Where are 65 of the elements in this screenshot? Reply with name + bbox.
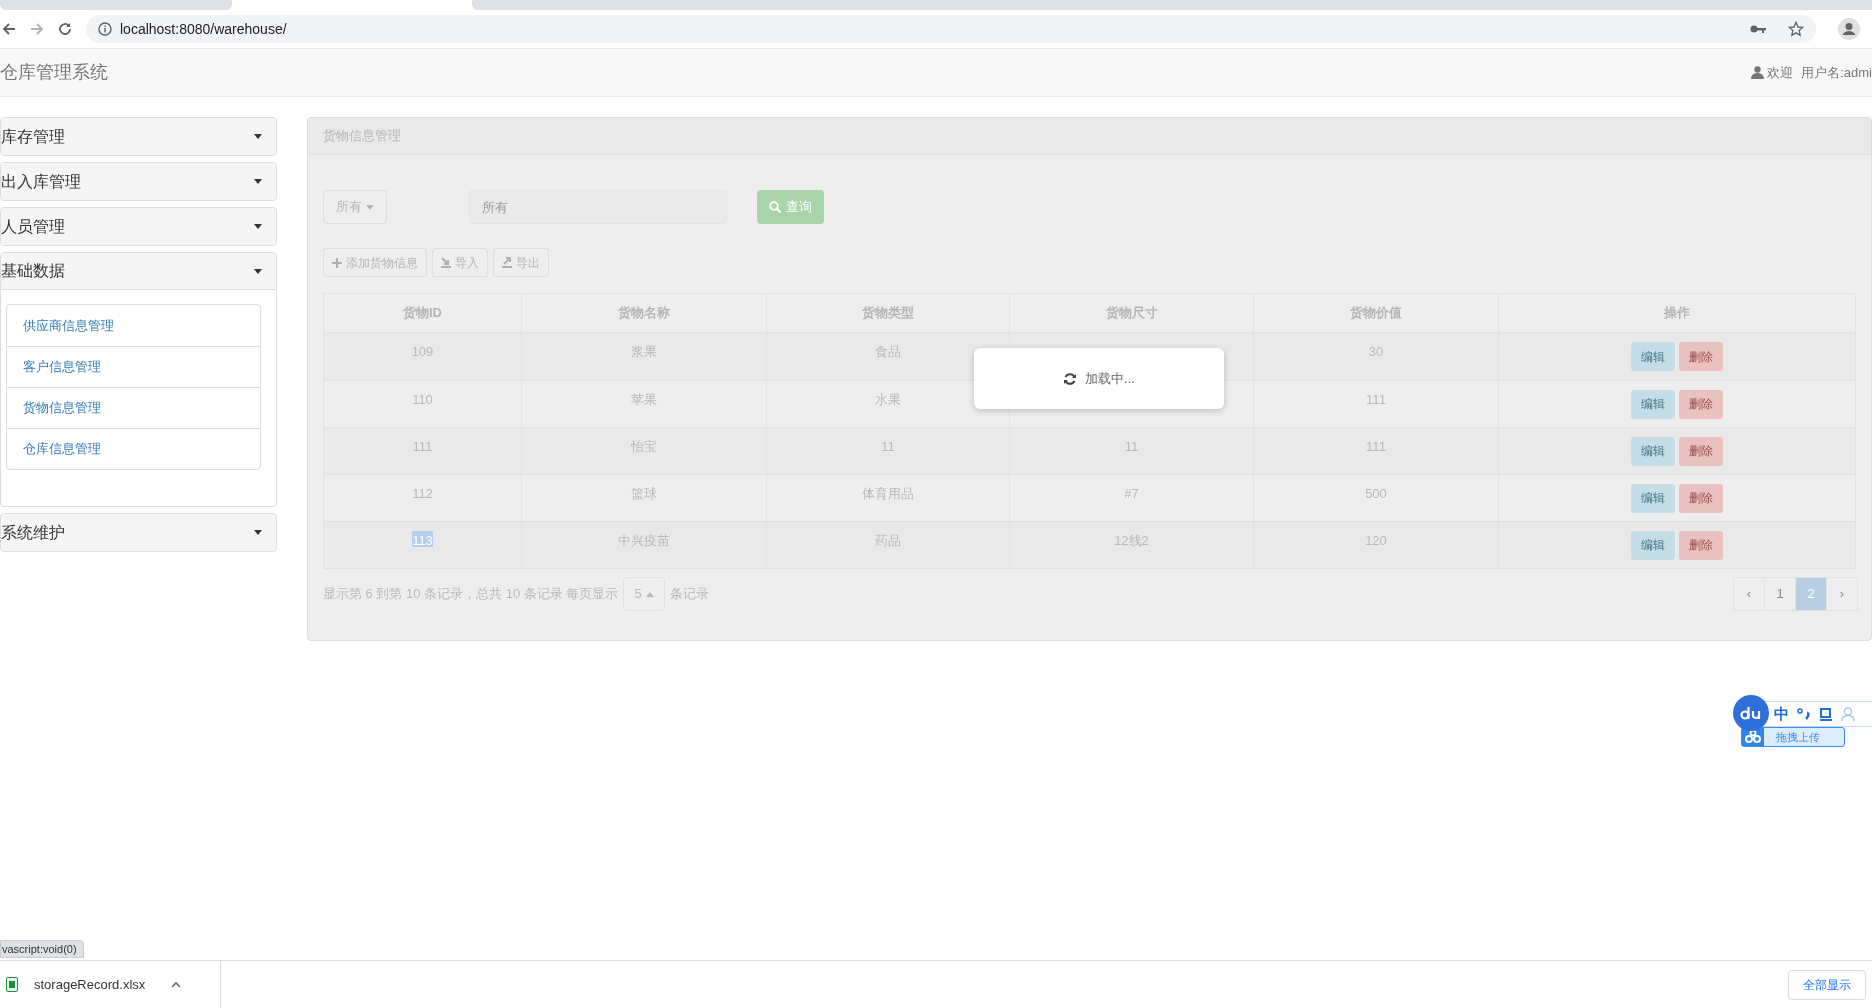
upload-icon bbox=[502, 257, 512, 268]
username-text: 用户名:admi bbox=[1801, 63, 1872, 82]
refresh-icon bbox=[1063, 371, 1078, 386]
download-item[interactable]: storageRecord.xlsx bbox=[0, 961, 221, 1008]
delete-button[interactable]: 删除 bbox=[1679, 389, 1723, 419]
sidebar-header[interactable]: 出入库管理 bbox=[1, 163, 276, 200]
column-header: 货物名称 bbox=[521, 294, 766, 332]
table-cell: 113 bbox=[412, 531, 433, 547]
punctuation-icon[interactable] bbox=[1797, 707, 1811, 721]
delete-button[interactable]: 删除 bbox=[1679, 342, 1723, 371]
cloud-icon bbox=[1742, 728, 1764, 746]
column-header: 货物ID bbox=[402, 304, 443, 323]
user-icon bbox=[1751, 66, 1765, 79]
edit-button[interactable]: 编辑 bbox=[1631, 342, 1675, 371]
column-header: 货物价值 bbox=[1253, 294, 1498, 332]
delete-button[interactable]: 删除 bbox=[1679, 530, 1723, 560]
star-icon[interactable] bbox=[1788, 21, 1804, 37]
page-button[interactable]: › bbox=[1826, 577, 1858, 611]
profile-avatar-icon[interactable] bbox=[1838, 18, 1860, 40]
back-arrow-icon[interactable] bbox=[2, 22, 16, 36]
info-icon bbox=[98, 22, 112, 36]
chevron-up-icon[interactable] bbox=[171, 981, 182, 988]
ime-mode-text[interactable]: 中 bbox=[1774, 702, 1789, 726]
submenu-link[interactable]: 客户信息管理 bbox=[7, 346, 260, 387]
toolbox-icon[interactable] bbox=[1819, 707, 1833, 721]
sidebar-header[interactable]: 库存管理 bbox=[1, 118, 276, 155]
column-header: 货物类型 bbox=[766, 294, 1009, 332]
show-all-button[interactable]: 全部显示 bbox=[1788, 969, 1866, 1000]
sidebar-header[interactable]: 系统维护 bbox=[1, 514, 276, 551]
submenu-link[interactable]: 仓库信息管理 bbox=[7, 428, 260, 469]
reload-icon[interactable] bbox=[58, 22, 72, 36]
caret-icon bbox=[254, 530, 262, 535]
spreadsheet-file-icon bbox=[6, 977, 18, 992]
app-title[interactable]: 仓库管理系统 bbox=[0, 59, 108, 86]
caret-icon bbox=[645, 591, 654, 597]
sidebar-header[interactable]: 基础数据 bbox=[1, 253, 276, 290]
du-logo[interactable] bbox=[1733, 695, 1769, 731]
upload-bar[interactable]: 拖拽上传 bbox=[1741, 727, 1845, 747]
edit-button[interactable]: 编辑 bbox=[1631, 436, 1675, 466]
caret-icon bbox=[254, 224, 262, 229]
caret-icon bbox=[254, 179, 262, 184]
welcome-text: 欢迎 bbox=[1767, 63, 1794, 82]
loading-dialog: 加载中... bbox=[974, 348, 1224, 409]
download-icon bbox=[441, 257, 451, 268]
key-icon[interactable] bbox=[1750, 24, 1766, 34]
delete-button[interactable]: 删除 bbox=[1679, 483, 1723, 513]
search-field[interactable]: 所有 bbox=[469, 190, 727, 224]
delete-button[interactable]: 删除 bbox=[1679, 436, 1723, 466]
sidebar-header[interactable]: 人员管理 bbox=[1, 208, 276, 245]
search-icon bbox=[769, 201, 781, 213]
column-header: 操作 bbox=[1498, 294, 1855, 332]
caret-icon bbox=[254, 268, 262, 274]
caret-icon bbox=[254, 134, 262, 139]
edit-button[interactable]: 编辑 bbox=[1631, 483, 1675, 513]
submenu-link[interactable]: 货物信息管理 bbox=[7, 387, 260, 428]
status-url: vascript:void(0) bbox=[0, 940, 84, 958]
page-button[interactable]: ‹ bbox=[1733, 577, 1765, 611]
edit-button[interactable]: 编辑 bbox=[1631, 530, 1675, 560]
column-header: 货物尺寸 bbox=[1009, 294, 1253, 332]
edit-button[interactable]: 编辑 bbox=[1631, 389, 1675, 419]
submenu-link[interactable]: 供应商信息管理 bbox=[7, 305, 260, 346]
address-bar[interactable]: localhost:8080/warehouse/ bbox=[86, 15, 1816, 43]
url-text: localhost:8080/warehouse/ bbox=[120, 19, 287, 39]
caret-icon bbox=[366, 204, 374, 210]
plus-icon bbox=[332, 257, 342, 268]
